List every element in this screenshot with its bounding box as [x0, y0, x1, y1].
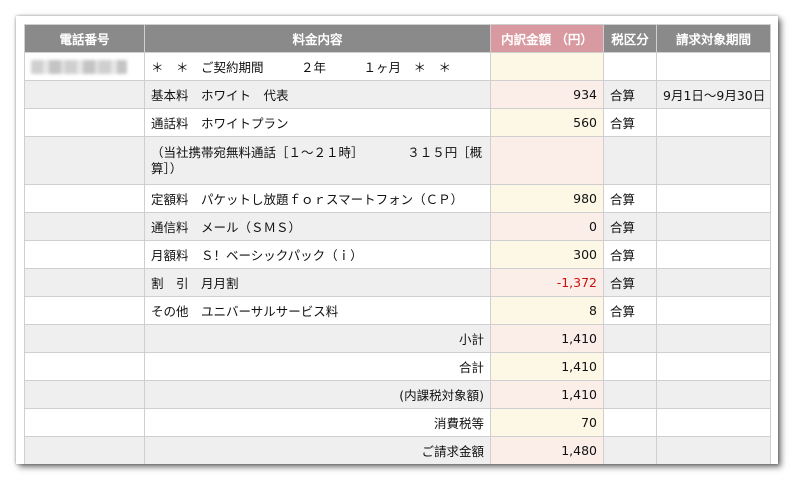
- charge-desc: 通話料 ホワイトプラン: [144, 108, 491, 137]
- phone-number-cell: [24, 136, 145, 185]
- tax-category: 合算: [603, 80, 657, 109]
- billing-table: 電話番号 料金内容 内訳金額 （円） 税区分 請求対象期間 ＊ ＊ ご契約期間 …: [24, 24, 771, 464]
- charge-desc: ＊ ＊ ご契約期間 ２年 １ヶ月 ＊ ＊: [144, 52, 491, 81]
- tax-category: 合算: [603, 212, 657, 241]
- table-row: （当社携帯宛無料通話［１〜２１時］ ３１５円［概算］）: [24, 136, 771, 185]
- charge-amount: 560: [490, 108, 604, 137]
- header-charge-content: 料金内容: [144, 24, 491, 53]
- table-row: ＊ ＊ ご契約期間 ２年 １ヶ月 ＊ ＊: [24, 52, 771, 81]
- summary-row-total: 合計 1,410: [24, 352, 771, 381]
- tax-category: [603, 136, 657, 185]
- empty-cell: [656, 408, 771, 437]
- empty-cell: [603, 324, 657, 353]
- tax-category: 合算: [603, 184, 657, 213]
- billing-period: 9月1日〜9月30日: [656, 80, 771, 109]
- phone-number-cell: [24, 352, 145, 381]
- billing-period: [656, 52, 771, 81]
- tax-category: 合算: [603, 240, 657, 269]
- charge-amount: 300: [490, 240, 604, 269]
- charge-desc: その他 ユニバーサルサービス料: [144, 296, 491, 325]
- phone-number-cell: [24, 240, 145, 269]
- empty-cell: [603, 436, 657, 464]
- phone-number-cell: [24, 408, 145, 437]
- empty-cell: [656, 380, 771, 409]
- tax-category: 合算: [603, 296, 657, 325]
- summary-row-consumption-tax: 消費税等 70: [24, 408, 771, 437]
- table-row: 基本料 ホワイト 代表 934 合算 9月1日〜9月30日: [24, 80, 771, 109]
- phone-number-cell: [24, 380, 145, 409]
- summary-row-taxable: (内課税対象額) 1,410: [24, 380, 771, 409]
- charge-amount: 980: [490, 184, 604, 213]
- empty-cell: [603, 380, 657, 409]
- masked-phone-number: [31, 60, 127, 75]
- summary-label: 小計: [144, 324, 491, 353]
- summary-amount: 1,410: [490, 352, 604, 381]
- phone-number-cell: [24, 52, 145, 81]
- summary-label: 消費税等: [144, 408, 491, 437]
- header-billing-period: 請求対象期間: [656, 24, 771, 53]
- empty-cell: [656, 324, 771, 353]
- summary-label: 合計: [144, 352, 491, 381]
- charge-desc: 定額料 パケットし放題ｆｏｒスマートフォン（ＣＰ）: [144, 184, 491, 213]
- billing-period: [656, 184, 771, 213]
- table-row: 通信料 メール（ＳＭＳ） 0 合算: [24, 212, 771, 241]
- header-amount: 内訳金額 （円）: [490, 24, 604, 53]
- phone-number-cell: [24, 108, 145, 137]
- charge-desc: 月額料 Ｓ！ベーシックパック（ｉ）: [144, 240, 491, 269]
- billing-period: [656, 240, 771, 269]
- phone-number-cell: [24, 212, 145, 241]
- header-row: 電話番号 料金内容 内訳金額 （円） 税区分 請求対象期間: [24, 24, 771, 53]
- summary-row-subtotal: 小計 1,410: [24, 324, 771, 353]
- table-row: 割 引 月月割 -1,372 合算: [24, 268, 771, 297]
- summary-amount: 70: [490, 408, 604, 437]
- empty-cell: [656, 436, 771, 464]
- table-row: その他 ユニバーサルサービス料 8 合算: [24, 296, 771, 325]
- summary-row-billing-amount: ご請求金額 1,480: [24, 436, 771, 464]
- table-row: 通話料 ホワイトプラン 560 合算: [24, 108, 771, 137]
- table-row: 月額料 Ｓ！ベーシックパック（ｉ） 300 合算: [24, 240, 771, 269]
- phone-number-cell: [24, 80, 145, 109]
- charge-desc: （当社携帯宛無料通話［１〜２１時］ ３１５円［概算］）: [144, 136, 491, 185]
- billing-period: [656, 268, 771, 297]
- summary-amount: 1,410: [490, 324, 604, 353]
- charge-desc: 通信料 メール（ＳＭＳ）: [144, 212, 491, 241]
- charge-amount: [490, 52, 604, 81]
- charge-amount: [490, 136, 604, 185]
- phone-number-cell: [24, 324, 145, 353]
- billing-period: [656, 108, 771, 137]
- billing-panel: 電話番号 料金内容 内訳金額 （円） 税区分 請求対象期間 ＊ ＊ ご契約期間 …: [16, 16, 778, 464]
- tax-category: 合算: [603, 268, 657, 297]
- empty-cell: [656, 352, 771, 381]
- charge-desc: 割 引 月月割: [144, 268, 491, 297]
- charge-desc: 基本料 ホワイト 代表: [144, 80, 491, 109]
- tax-category: [603, 52, 657, 81]
- discount-amount: -1,372: [490, 268, 604, 297]
- summary-label: ご請求金額: [144, 436, 491, 464]
- tax-category: 合算: [603, 108, 657, 137]
- summary-amount: 1,480: [490, 436, 604, 464]
- summary-amount: 1,410: [490, 380, 604, 409]
- billing-period: [656, 136, 771, 185]
- empty-cell: [603, 352, 657, 381]
- phone-number-cell: [24, 184, 145, 213]
- table-row: 定額料 パケットし放題ｆｏｒスマートフォン（ＣＰ） 980 合算: [24, 184, 771, 213]
- summary-label: (内課税対象額): [144, 380, 491, 409]
- billing-period: [656, 296, 771, 325]
- phone-number-cell: [24, 436, 145, 464]
- phone-number-cell: [24, 296, 145, 325]
- empty-cell: [603, 408, 657, 437]
- charge-amount: 934: [490, 80, 604, 109]
- charge-amount: 0: [490, 212, 604, 241]
- header-phone: 電話番号: [24, 24, 145, 53]
- header-tax-category: 税区分: [603, 24, 657, 53]
- phone-number-cell: [24, 268, 145, 297]
- billing-period: [656, 212, 771, 241]
- charge-amount: 8: [490, 296, 604, 325]
